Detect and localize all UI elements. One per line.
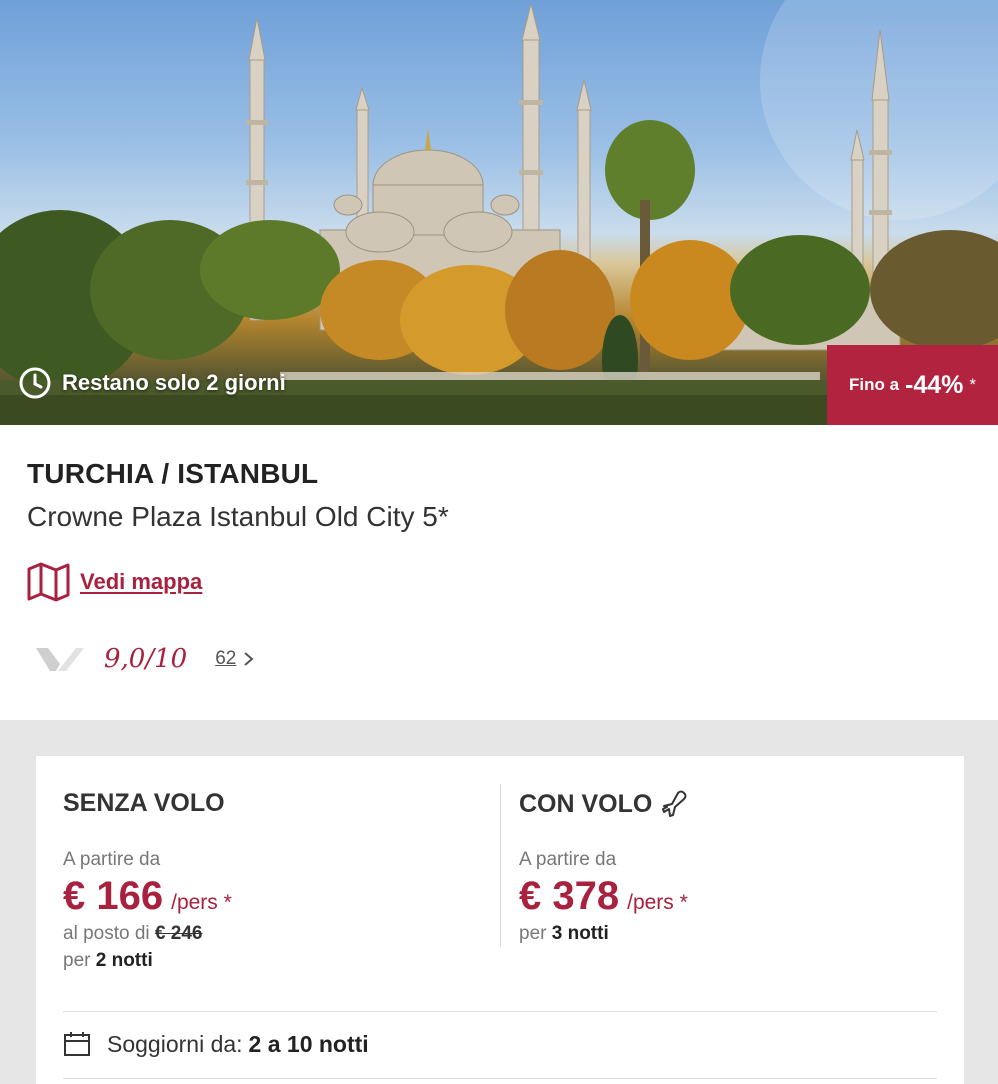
per-label: per xyxy=(519,923,547,944)
calendar-icon xyxy=(64,1032,90,1056)
map-icon xyxy=(27,562,70,602)
stay-value: 2 a 10 notti xyxy=(248,1030,369,1057)
stay-label: Soggiorni da: xyxy=(107,1030,243,1057)
nights-value: 3 notti xyxy=(551,923,609,944)
discount-asterisk: * xyxy=(969,375,977,394)
view-map-link[interactable]: Vedi mappa xyxy=(27,562,202,602)
time-remaining-text: Restano solo 2 giorni xyxy=(62,370,286,395)
offer-without-flight-title: SENZA VOLO xyxy=(63,789,225,818)
offer-without-flight-price: € 166 xyxy=(63,874,164,918)
per-label: per xyxy=(63,950,91,971)
view-map-label: Vedi mappa xyxy=(80,569,203,594)
plane-icon xyxy=(662,790,687,817)
rating-score: 9,0/10 xyxy=(104,644,188,674)
separator-bottom xyxy=(63,1078,937,1079)
offer-with-flight-price-row: € 378/pers * xyxy=(519,874,688,919)
offer-without-flight-title-text: SENZA VOLO xyxy=(63,789,225,817)
rating-row: 9,0/10 62 xyxy=(36,644,256,674)
separator xyxy=(63,1011,937,1012)
offer-without-flight-price-row: € 166/pers * xyxy=(63,874,232,919)
discount-badge: Fino a -44% * xyxy=(827,345,998,425)
time-remaining: Restano solo 2 giorni xyxy=(18,366,286,400)
destination-title: TURCHIA / ISTANBUL xyxy=(27,458,319,489)
reviews-count-link[interactable]: 62 xyxy=(215,648,236,670)
hotel-name[interactable]: Crowne Plaza Istanbul Old City 5* xyxy=(27,501,449,533)
old-price: € 246 xyxy=(154,923,203,944)
offers-divider xyxy=(500,784,501,947)
discount-prefix: Fino a xyxy=(848,375,900,394)
offer-with-flight-price: € 378 xyxy=(519,874,620,918)
offer-without-flight-nights: per 2 notti xyxy=(63,950,153,972)
nights-value: 2 notti xyxy=(95,950,153,971)
offer-with-flight-title: CON VOLO xyxy=(519,789,690,819)
offer-with-flight-from: A partire da xyxy=(519,849,617,870)
offer-with-flight-nights: per 3 notti xyxy=(519,923,609,945)
chevron-right-icon[interactable] xyxy=(242,650,256,668)
discount-percent: -44% xyxy=(905,370,964,399)
offer-without-flight-per-person: /pers * xyxy=(171,891,232,914)
provider-logo-icon xyxy=(36,648,84,671)
offer-without-flight-from: A partire da xyxy=(63,849,161,870)
instead-of-label: al posto di xyxy=(63,923,150,944)
offers-card: SENZA VOLO A partire da € 166/pers * al … xyxy=(36,756,964,1084)
offer-without-flight-old-price-row: al posto di € 246 xyxy=(63,923,202,945)
clock-icon xyxy=(19,367,51,399)
offer-with-flight-title-text: CON VOLO xyxy=(519,789,653,818)
hero-image[interactable]: Restano solo 2 giorni Fino a -44% * xyxy=(0,0,998,425)
offer-with-flight-per-person: /pers * xyxy=(627,891,688,914)
stay-duration-row: Soggiorni da: 2 a 10 notti xyxy=(63,1030,369,1058)
